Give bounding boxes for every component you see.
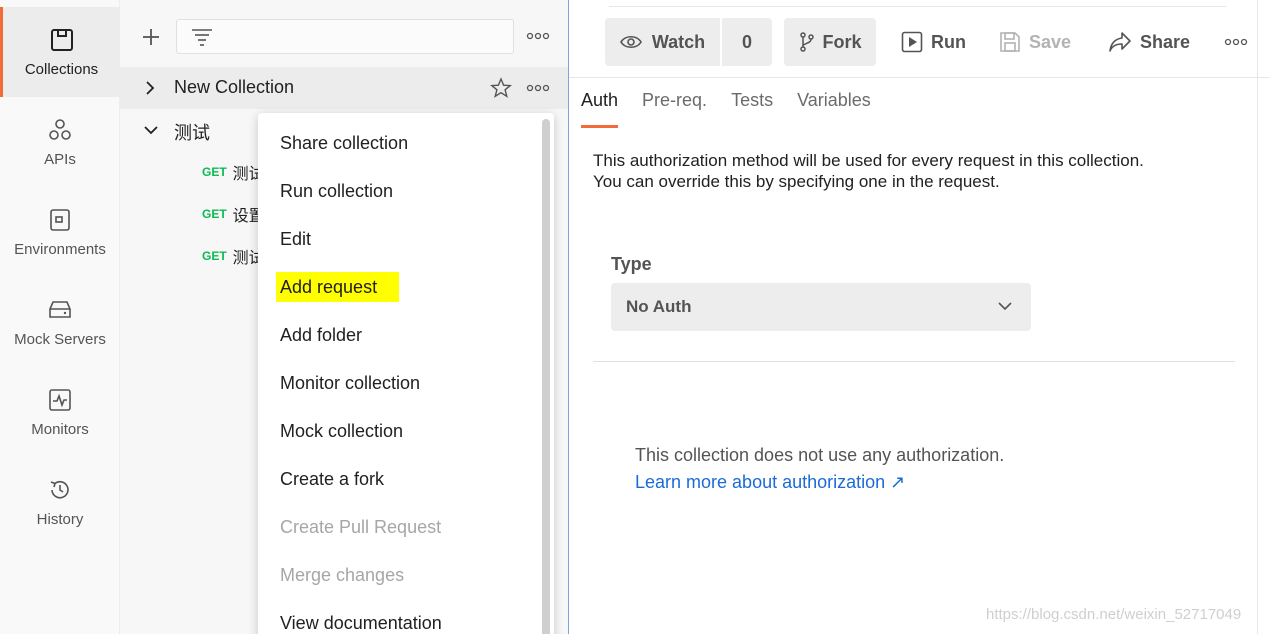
nav-item-history[interactable]: History — [0, 457, 120, 547]
auth-description: This authorization method will be used f… — [593, 150, 1243, 192]
save-label: Save — [1029, 31, 1072, 52]
more-icon — [526, 32, 550, 40]
nav-item-collections[interactable]: Collections — [0, 7, 120, 97]
collection-toolbar: Watch 0 Fork Run Save Share — [569, 0, 1269, 78]
fork-button[interactable]: Fork — [784, 18, 876, 66]
chevron-right-icon[interactable] — [142, 79, 158, 97]
nav-label: History — [36, 510, 84, 528]
nav-label: Collections — [24, 60, 99, 78]
filter-input[interactable] — [176, 19, 514, 54]
more-icon — [526, 84, 550, 92]
menu-scrollbar[interactable] — [542, 119, 550, 634]
request-item[interactable]: GET 设置 — [202, 199, 265, 229]
menu-item-monitor-collection[interactable]: Monitor collection — [280, 368, 420, 398]
menu-item-edit[interactable]: Edit — [280, 224, 311, 254]
fork-icon — [800, 32, 815, 52]
learn-more-link[interactable]: Learn more about authorization ↗ — [635, 472, 905, 493]
right-border — [1257, 0, 1258, 634]
eye-icon — [619, 35, 642, 49]
menu-item-merge-changes: Merge changes — [280, 564, 405, 585]
collection-name: 测试 — [174, 123, 210, 143]
mock-servers-icon — [49, 300, 71, 318]
auth-description-line-1: This authorization method will be used f… — [593, 151, 1144, 170]
menu-item-create-pull-request: Create Pull Request — [280, 516, 442, 537]
nav-label: APIs — [44, 150, 76, 168]
monitors-icon — [49, 388, 71, 411]
tab-auth[interactable]: Auth — [581, 90, 619, 128]
chevron-down-icon[interactable] — [142, 122, 160, 138]
play-icon — [901, 31, 923, 53]
no-auth-message: This collection does not use any authori… — [635, 445, 1005, 465]
star-icon[interactable] — [490, 77, 512, 99]
menu-item-create-fork[interactable]: Create a fork — [280, 464, 384, 494]
apis-icon — [49, 118, 71, 140]
divider — [593, 361, 1235, 362]
auth-type-select[interactable]: No Auth — [611, 283, 1031, 331]
left-nav: Collections APIs Environments Mock Serve… — [0, 0, 120, 634]
menu-item-share-collection[interactable]: Share collection — [280, 128, 408, 158]
nav-item-monitors[interactable]: Monitors — [0, 367, 120, 457]
collections-icon — [50, 28, 73, 51]
collection-row-new-collection[interactable]: New Collection — [120, 67, 568, 109]
watch-button[interactable]: Watch — [605, 18, 722, 66]
panel-more-button[interactable] — [524, 26, 552, 46]
nav-label: Mock Servers — [14, 330, 106, 348]
collection-tabs: Auth Pre-req. Tests Variables — [581, 90, 895, 130]
share-button[interactable]: Share — [1108, 18, 1190, 66]
run-button[interactable]: Run — [901, 18, 966, 66]
filter-icon — [192, 29, 212, 46]
menu-item-add-folder[interactable]: Add folder — [280, 320, 362, 350]
request-method: GET — [202, 207, 227, 221]
plus-icon — [143, 29, 159, 45]
nav-item-apis[interactable]: APIs — [0, 97, 120, 187]
type-label: Type — [611, 254, 652, 274]
nav-label: Environments — [14, 240, 106, 258]
share-label: Share — [1140, 31, 1191, 52]
history-icon — [50, 480, 69, 498]
menu-item-view-documentation[interactable]: View documentation — [280, 608, 442, 634]
watermark: https://blog.csdn.net/weixin_52717049 — [986, 606, 1242, 623]
panel-toolbar — [120, 0, 568, 66]
auth-description-line-2: You can override this by specifying one … — [593, 172, 1000, 191]
collection-name: New Collection — [174, 77, 295, 97]
environments-icon — [50, 208, 70, 231]
request-item[interactable]: GET 测试 — [202, 241, 265, 271]
tab-tests[interactable]: Tests — [731, 90, 773, 128]
toolbar-more-button[interactable] — [1222, 32, 1250, 52]
collection-detail-pane: Watch 0 Fork Run Save Share Auth Pre-req… — [569, 0, 1269, 634]
save-button: Save — [999, 18, 1071, 66]
menu-item-add-request[interactable]: Add request — [276, 272, 400, 302]
menu-item-mock-collection[interactable]: Mock collection — [280, 416, 403, 446]
share-icon — [1109, 32, 1131, 52]
request-method: GET — [202, 249, 227, 263]
request-method: GET — [202, 165, 227, 179]
auth-type-value: No Auth — [626, 297, 692, 316]
tab-pre-req[interactable]: Pre-req. — [642, 90, 707, 128]
tab-variables[interactable]: Variables — [797, 90, 871, 128]
more-icon — [1224, 38, 1248, 46]
watch-button-group: Watch 0 — [605, 18, 772, 66]
collection-context-menu: Share collection Run collection Edit Add… — [258, 113, 554, 634]
fork-label: Fork — [822, 31, 862, 52]
menu-item-run-collection[interactable]: Run collection — [280, 176, 393, 206]
request-item[interactable]: GET 测试 — [202, 157, 265, 187]
nav-item-environments[interactable]: Environments — [0, 187, 120, 277]
nav-item-mock-servers[interactable]: Mock Servers — [0, 277, 120, 367]
nav-label: Monitors — [31, 420, 89, 438]
chevron-down-icon — [998, 302, 1012, 311]
save-icon — [1000, 32, 1020, 52]
run-label: Run — [931, 31, 966, 52]
watch-label: Watch — [651, 31, 706, 52]
new-collection-button[interactable] — [136, 22, 166, 52]
collection-more-button[interactable] — [524, 78, 552, 98]
watch-count[interactable]: 0 — [722, 18, 772, 66]
